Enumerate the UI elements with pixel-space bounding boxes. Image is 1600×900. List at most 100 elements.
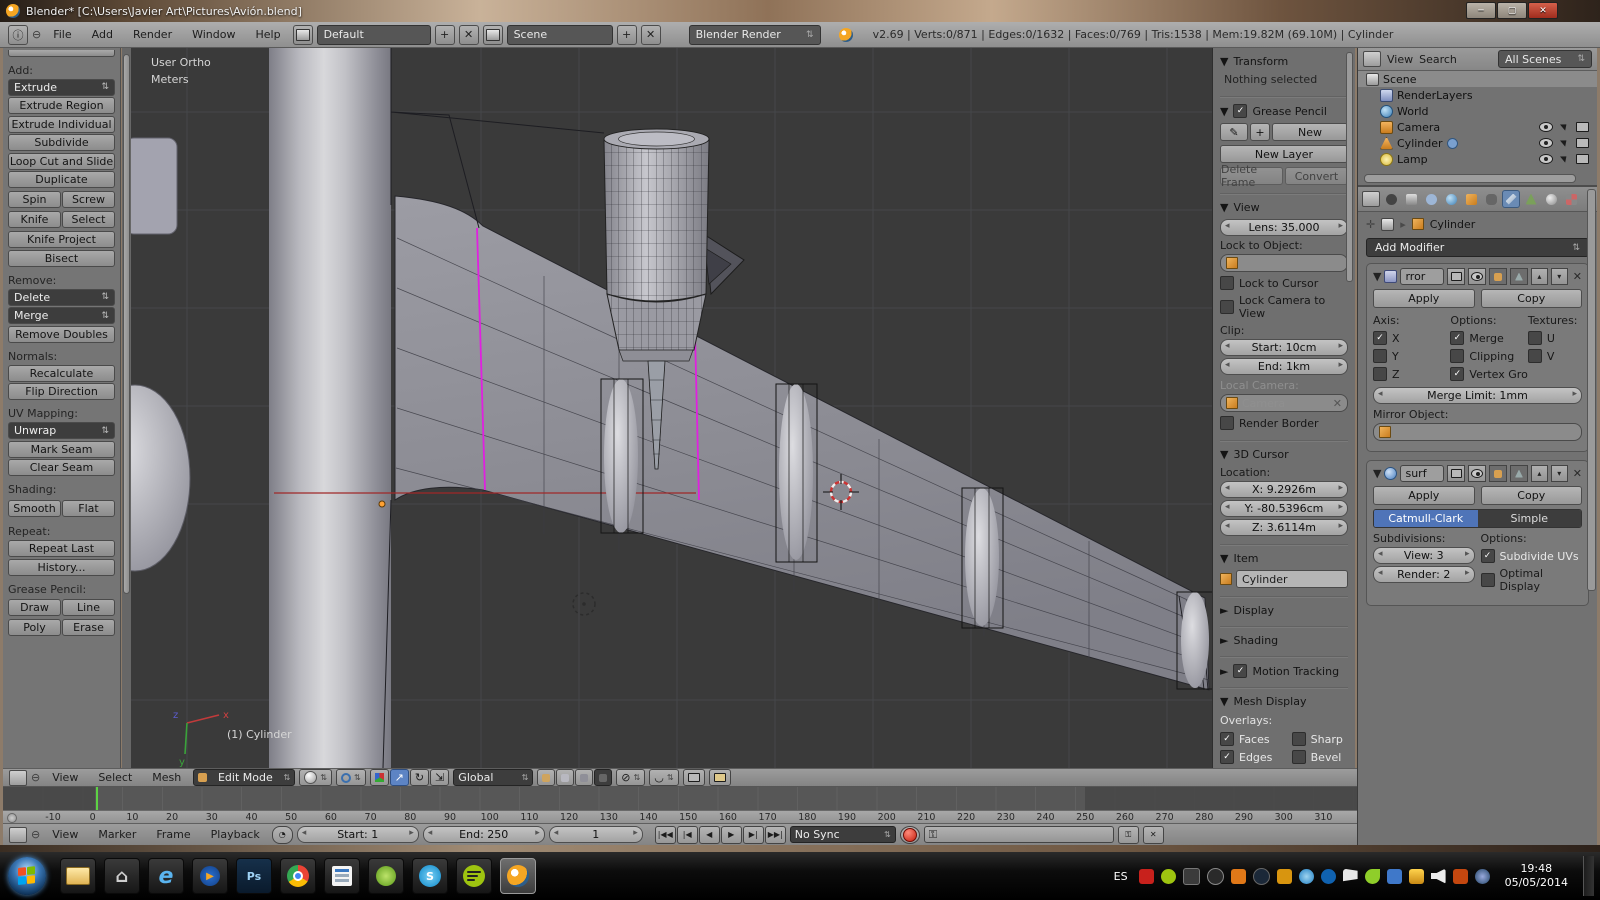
auto-keyframe-button[interactable] bbox=[899, 825, 920, 844]
mirror-vertexgroups-checkbox[interactable]: ✓ bbox=[1450, 367, 1465, 381]
expand-icon[interactable]: ▼ bbox=[1373, 467, 1381, 480]
opengl-render-anim-button[interactable] bbox=[708, 769, 731, 786]
mirror-copy-button[interactable]: Copy bbox=[1480, 289, 1582, 308]
extrude-individual-button[interactable]: Extrude Individual bbox=[8, 115, 115, 133]
menu-file[interactable]: File bbox=[45, 28, 79, 41]
knife-button[interactable]: Knife bbox=[8, 211, 61, 228]
taskbar-chrome-icon[interactable] bbox=[280, 858, 316, 894]
delete-keyframe-button[interactable]: ✕ bbox=[1142, 825, 1164, 844]
renderable-icon[interactable] bbox=[1576, 138, 1589, 148]
tray-display-icon[interactable] bbox=[1182, 867, 1200, 885]
editor-type-properties-icon[interactable] bbox=[1362, 191, 1380, 207]
menu-help[interactable]: Help bbox=[247, 28, 288, 41]
lock-to-object-field[interactable] bbox=[1220, 254, 1348, 272]
tray-utility-icon[interactable] bbox=[1452, 868, 1468, 884]
start-button[interactable] bbox=[8, 857, 46, 895]
modifier-delete-icon[interactable]: ✕ bbox=[1573, 270, 1582, 283]
gp-draw-button[interactable]: Draw bbox=[8, 599, 61, 616]
shade-flat-button[interactable]: Flat bbox=[62, 499, 115, 517]
translate-manipulator-button[interactable]: ↗ bbox=[389, 769, 409, 786]
maximize-button[interactable]: ▢ bbox=[1497, 2, 1527, 19]
screw-button[interactable]: Screw bbox=[62, 191, 115, 208]
outliner-menu-search[interactable]: Search bbox=[1419, 53, 1457, 66]
rotate-manipulator-button[interactable]: ↻ bbox=[409, 769, 430, 786]
history-button[interactable]: History... bbox=[8, 558, 115, 576]
use-preview-range-button[interactable]: ◔ bbox=[271, 825, 293, 844]
extrude-region-button[interactable]: Extrude Region bbox=[8, 97, 115, 114]
language-indicator[interactable]: ES bbox=[1110, 870, 1132, 883]
motion-tracking-panel-header[interactable]: ► ✓ Motion Tracking bbox=[1220, 659, 1348, 681]
tab-render-layers[interactable] bbox=[1402, 190, 1420, 208]
modifier-move-up[interactable]: ▴ bbox=[1530, 465, 1548, 482]
tab-modifiers[interactable] bbox=[1502, 190, 1520, 208]
lens-slider[interactable]: ◂ Lens: 35.000 ▸ bbox=[1220, 219, 1348, 236]
gp-add-icon[interactable]: + bbox=[1250, 123, 1270, 141]
add-scene-button[interactable]: + bbox=[616, 24, 637, 45]
recalculate-button[interactable]: Recalculate bbox=[8, 364, 115, 382]
edges-checkbox[interactable]: ✓ bbox=[1220, 750, 1234, 764]
hide-icon[interactable] bbox=[1539, 154, 1553, 164]
knife-project-button[interactable]: Knife Project bbox=[8, 231, 115, 248]
proportional-edit-selector[interactable]: ⊘ ⇅ bbox=[616, 769, 646, 786]
grease-pencil-checkbox[interactable]: ✓ bbox=[1233, 104, 1248, 118]
tray-volume-icon[interactable] bbox=[1430, 868, 1446, 884]
taskbar-media-player-icon[interactable]: ▶ bbox=[192, 858, 228, 894]
modifier-move-up[interactable]: ▴ bbox=[1530, 268, 1548, 285]
modifier-render-toggle[interactable] bbox=[1447, 268, 1466, 285]
orientation-selector[interactable]: Global ⇅ bbox=[453, 769, 534, 786]
merge-limit-slider[interactable]: ◂ Merge Limit: 1mm ▸ bbox=[1373, 387, 1582, 404]
mirror-y-checkbox[interactable]: ✓ bbox=[1373, 349, 1387, 363]
modifier-move-down[interactable]: ▾ bbox=[1550, 465, 1568, 482]
modifier-cage-toggle[interactable] bbox=[1510, 465, 1528, 482]
menu-add[interactable]: Add bbox=[84, 28, 121, 41]
mode-selector[interactable]: Edit Mode ⇅ bbox=[193, 769, 296, 786]
clip-end-slider[interactable]: ◂ End: 1km ▸ bbox=[1220, 358, 1348, 375]
optimal-display-checkbox[interactable]: ✓ bbox=[1480, 573, 1495, 587]
scale-manipulator-button[interactable]: ⇲ bbox=[430, 769, 450, 786]
viewport-3d[interactable]: x y z User Ortho Meters (1) Cylinder bbox=[131, 48, 1212, 768]
editor-type-outliner-icon[interactable] bbox=[1363, 51, 1381, 67]
viewport-shading-selector[interactable]: ⇅ bbox=[299, 769, 332, 786]
grease-pencil-panel-header[interactable]: ▼ ✓ Grease Pencil bbox=[1220, 99, 1348, 121]
merge-menu-button[interactable]: Merge ⇅ bbox=[8, 307, 115, 324]
close-button[interactable]: ✕ bbox=[1528, 2, 1558, 19]
mirror-merge-checkbox[interactable]: ✓ bbox=[1450, 331, 1465, 345]
collapse-menus-icon[interactable]: ⊖ bbox=[32, 28, 41, 41]
tray-daemon-icon[interactable] bbox=[1474, 868, 1490, 884]
delete-menu-button[interactable]: Delete ⇅ bbox=[8, 288, 115, 306]
tray-spotify-icon[interactable] bbox=[1160, 868, 1176, 884]
lock-camera-checkbox[interactable]: ✓ bbox=[1220, 300, 1234, 314]
gp-convert-button[interactable]: Convert bbox=[1285, 167, 1348, 185]
tab-object-data[interactable] bbox=[1522, 190, 1540, 208]
renderable-icon[interactable] bbox=[1576, 122, 1589, 132]
vertex-select-mode-button[interactable] bbox=[537, 769, 556, 786]
simple-toggle[interactable]: Simple bbox=[1477, 510, 1581, 527]
tray-action-center-flag-icon[interactable] bbox=[1342, 868, 1358, 882]
menu-window[interactable]: Window bbox=[184, 28, 243, 41]
face-select-mode-button[interactable] bbox=[575, 769, 594, 786]
knife-select-button[interactable]: Select bbox=[62, 211, 115, 228]
timeline-menu-marker[interactable]: Marker bbox=[90, 828, 144, 841]
screen-layout-selector[interactable]: Default bbox=[316, 24, 431, 45]
outliner-menu-view[interactable]: View bbox=[1387, 53, 1413, 66]
tab-scene[interactable] bbox=[1422, 190, 1440, 208]
gp-delete-frame-button[interactable]: Delete Frame bbox=[1220, 163, 1283, 189]
taskbar-skype-icon[interactable]: S bbox=[412, 858, 448, 894]
item-name-field[interactable]: Cylinder bbox=[1236, 570, 1348, 588]
taskbar-blender-icon[interactable] bbox=[500, 858, 536, 894]
renderable-icon[interactable] bbox=[1576, 154, 1589, 164]
tray-quicktime-icon[interactable] bbox=[1230, 868, 1246, 884]
delete-layout-button[interactable]: ✕ bbox=[458, 24, 479, 45]
item-panel-header[interactable]: ▼ Item bbox=[1220, 547, 1348, 568]
tray-leaf-icon[interactable] bbox=[1364, 868, 1380, 884]
modifier-render-toggle[interactable] bbox=[1447, 465, 1466, 482]
properties-scrollbar[interactable] bbox=[1587, 189, 1596, 591]
editor-type-view3d-icon[interactable] bbox=[9, 769, 27, 786]
sync-mode-selector[interactable]: No Sync ⇅ bbox=[789, 826, 896, 843]
screen-layout-icon[interactable] bbox=[292, 24, 313, 45]
mirror-clipping-checkbox[interactable]: ✓ bbox=[1450, 349, 1465, 363]
outliner-item-lamp[interactable]: Lamp bbox=[1358, 151, 1597, 167]
modifier-name-field[interactable]: surf bbox=[1400, 465, 1445, 482]
frame-end-slider[interactable]: ◂ End: 250 ▸ bbox=[422, 826, 545, 843]
jump-to-end-button[interactable]: ▶▶| bbox=[764, 825, 786, 844]
